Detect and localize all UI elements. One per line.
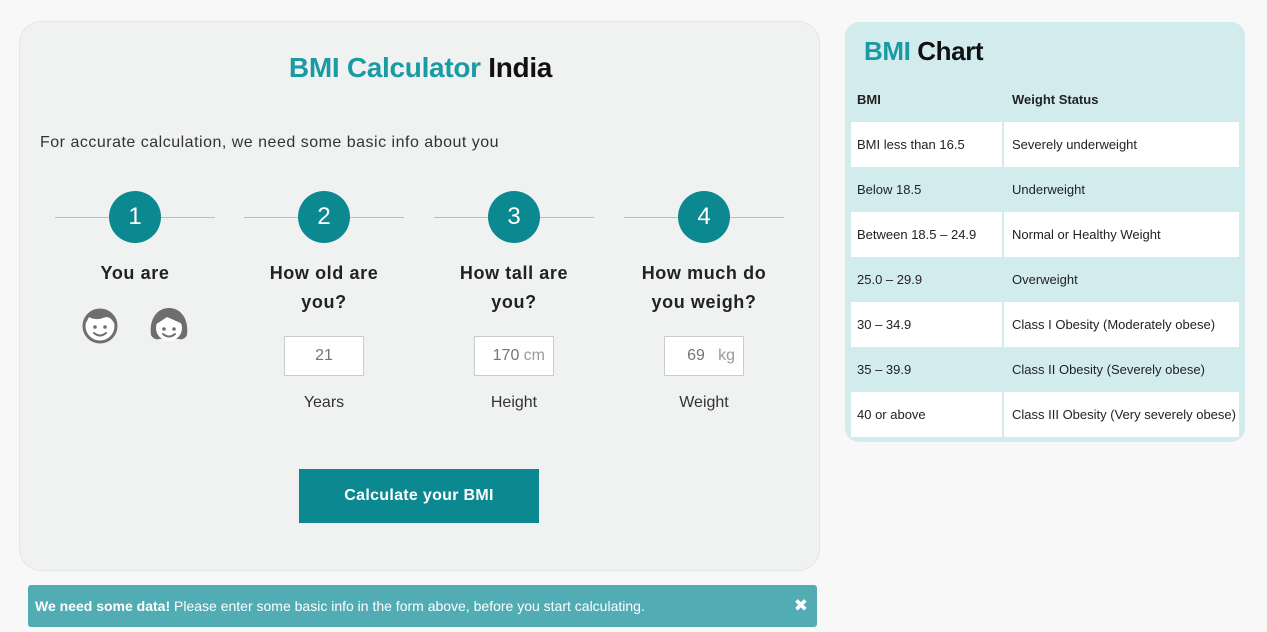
- gender-selector: [55, 305, 215, 349]
- table-row: 40 or above Class III Obesity (Very seve…: [851, 392, 1239, 437]
- question-line: you?: [491, 292, 537, 312]
- table-row: 35 – 39.9 Class II Obesity (Severely obe…: [851, 347, 1239, 392]
- table-row: Between 18.5 – 24.9 Normal or Healthy We…: [851, 212, 1239, 257]
- table-row: 30 – 34.9 Class I Obesity (Moderately ob…: [851, 302, 1239, 347]
- calculator-title-rest: India: [488, 52, 553, 83]
- bmi-cell: BMI less than 16.5: [851, 122, 1004, 167]
- age-input[interactable]: [284, 336, 364, 376]
- bmi-cell: Between 18.5 – 24.9: [851, 212, 1004, 257]
- calculate-bmi-button[interactable]: Calculate your BMI: [299, 469, 539, 523]
- step-gender: 1 You are: [55, 190, 215, 349]
- question-line: you?: [301, 292, 347, 312]
- weight-field-wrap: kg: [664, 336, 744, 376]
- question-line: How old are: [269, 263, 379, 283]
- bmi-cell: 35 – 39.9: [851, 347, 1004, 392]
- header-weight-status: Weight Status: [1004, 77, 1239, 122]
- status-cell: Overweight: [1004, 257, 1239, 302]
- step-line: 1: [55, 190, 215, 244]
- bmi-chart-panel: BMI Chart BMI Weight Status BMI less tha…: [845, 22, 1245, 442]
- step-number: 3: [488, 191, 540, 243]
- question-line: How tall are: [459, 263, 569, 283]
- step-weight: 4 How much do you weigh? kg Weight: [624, 190, 784, 412]
- table-row: BMI less than 16.5 Severely underweight: [851, 122, 1239, 167]
- bmi-cell: 30 – 34.9: [851, 302, 1004, 347]
- step-question: You are: [55, 259, 215, 288]
- step-question: How much do you weigh?: [624, 259, 784, 317]
- data-required-notice: We need some data! Please enter some bas…: [28, 585, 817, 627]
- step-question: How tall are you?: [434, 259, 594, 317]
- question-line: you weigh?: [651, 292, 757, 312]
- bmi-calculator-panel: BMI Calculator India For accurate calcul…: [19, 21, 820, 571]
- step-line: 3: [434, 190, 594, 244]
- step-age: 2 How old are you? Years: [244, 190, 404, 412]
- male-face-icon[interactable]: [81, 305, 119, 352]
- step-number: 4: [678, 191, 730, 243]
- calculator-title: BMI Calculator India: [20, 52, 821, 84]
- calculator-title-accent: BMI Calculator: [288, 52, 481, 83]
- step-number: 2: [298, 191, 350, 243]
- status-cell: Underweight: [1004, 167, 1239, 212]
- age-label: Years: [303, 394, 345, 411]
- notice-text: Please enter some basic info in the form…: [170, 598, 645, 614]
- step-height: 3 How tall are you? cm Height: [434, 190, 594, 412]
- question-line: You are: [100, 263, 170, 283]
- height-label: Height: [490, 394, 538, 411]
- bmi-cell: 25.0 – 29.9: [851, 257, 1004, 302]
- step-question: How old are you?: [244, 259, 404, 317]
- chart-title-accent: BMI: [864, 36, 911, 66]
- height-unit: cm: [523, 347, 545, 364]
- bmi-table: BMI Weight Status BMI less than 16.5 Sev…: [851, 77, 1239, 437]
- weight-unit: kg: [718, 347, 735, 364]
- chart-title: BMI Chart: [864, 36, 984, 67]
- step-line: 2: [244, 190, 404, 244]
- female-face-icon[interactable]: [147, 305, 191, 352]
- notice-bold-text: We need some data!: [35, 598, 171, 614]
- table-row: 25.0 – 29.9 Overweight: [851, 257, 1239, 302]
- question-line: How much do: [641, 263, 767, 283]
- status-cell: Class III Obesity (Very severely obese): [1004, 392, 1239, 437]
- step-line: 4: [624, 190, 784, 244]
- table-row: Below 18.5 Underweight: [851, 167, 1239, 212]
- status-cell: Class I Obesity (Moderately obese): [1004, 302, 1239, 347]
- chart-title-rest: Chart: [917, 36, 984, 66]
- intro-text: For accurate calculation, we need some b…: [40, 134, 500, 151]
- status-cell: Class II Obesity (Severely obese): [1004, 347, 1239, 392]
- close-icon[interactable]: ✖: [794, 585, 808, 627]
- status-cell: Normal or Healthy Weight: [1004, 212, 1239, 257]
- bmi-cell: Below 18.5: [851, 167, 1004, 212]
- age-field-wrap: [284, 336, 364, 376]
- step-number: 1: [109, 191, 161, 243]
- bmi-cell: 40 or above: [851, 392, 1004, 437]
- status-cell: Severely underweight: [1004, 122, 1239, 167]
- height-field-wrap: cm: [474, 336, 554, 376]
- table-header-row: BMI Weight Status: [851, 77, 1239, 122]
- header-bmi: BMI: [851, 77, 1004, 122]
- weight-label: Weight: [679, 394, 729, 411]
